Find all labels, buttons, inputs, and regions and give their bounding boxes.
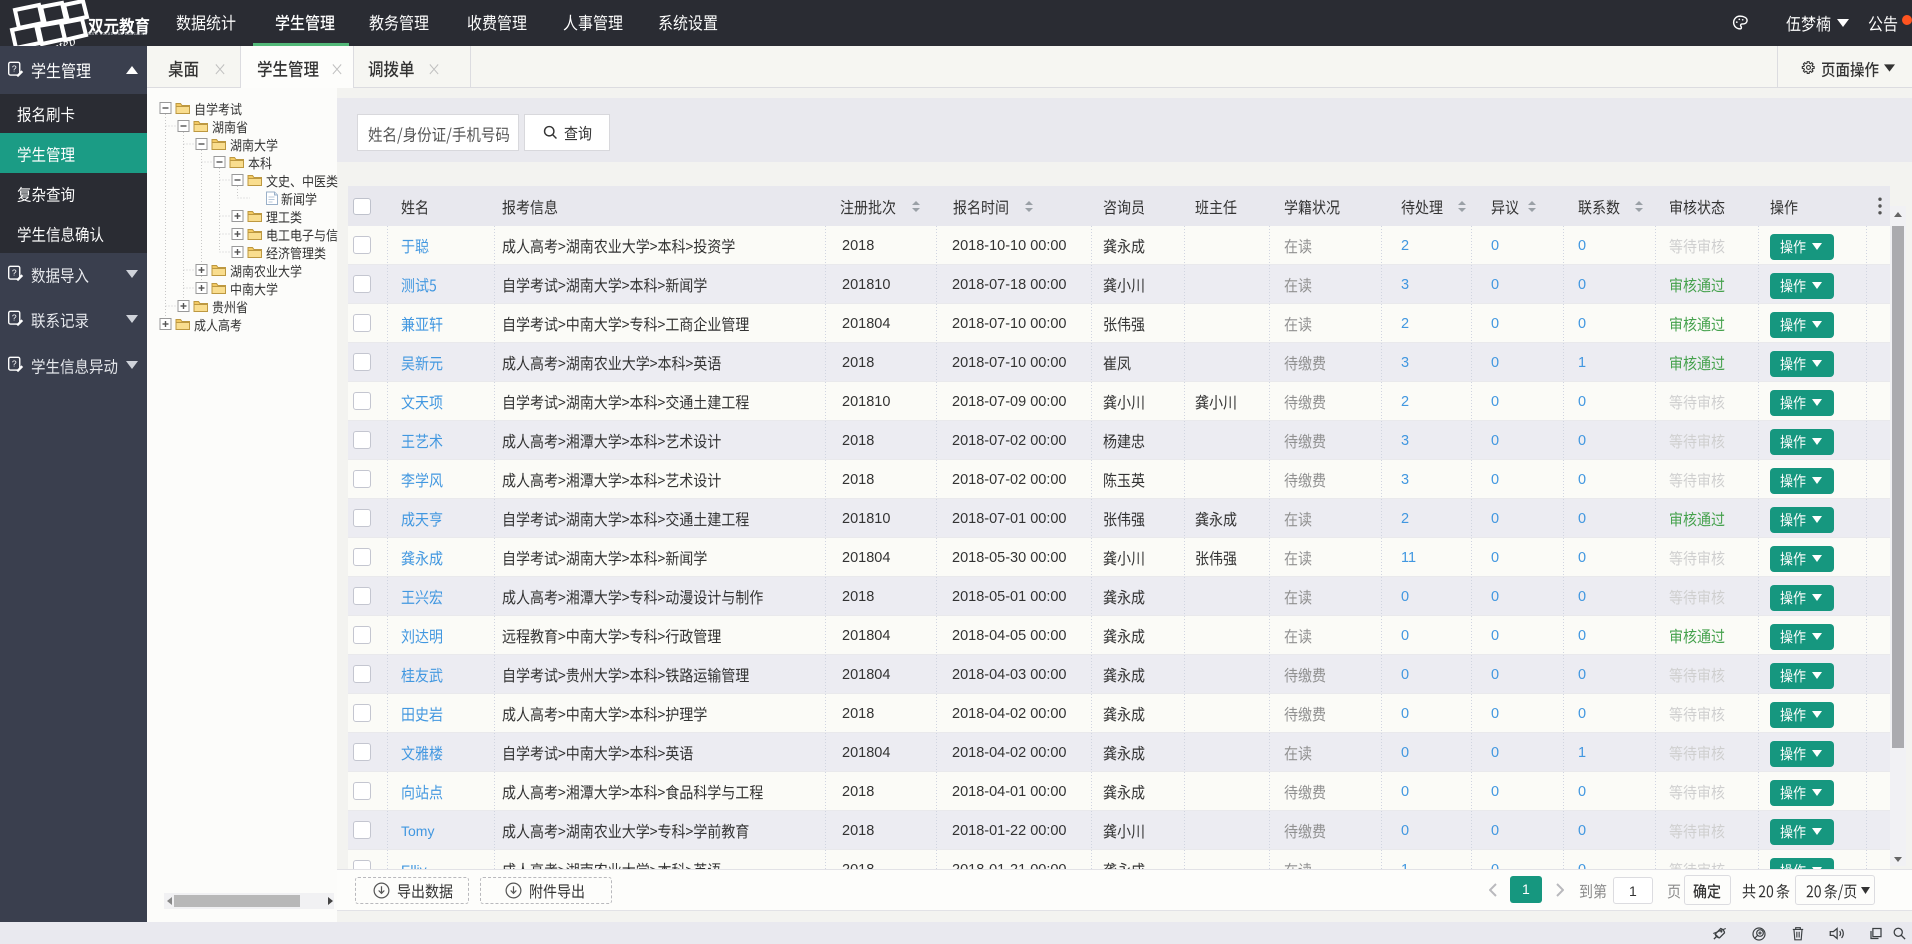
svg-text:?: ?	[12, 313, 17, 323]
svg-text:?: ?	[12, 359, 17, 369]
svg-text:?: ?	[12, 268, 17, 278]
svg-text:?: ?	[12, 64, 17, 74]
